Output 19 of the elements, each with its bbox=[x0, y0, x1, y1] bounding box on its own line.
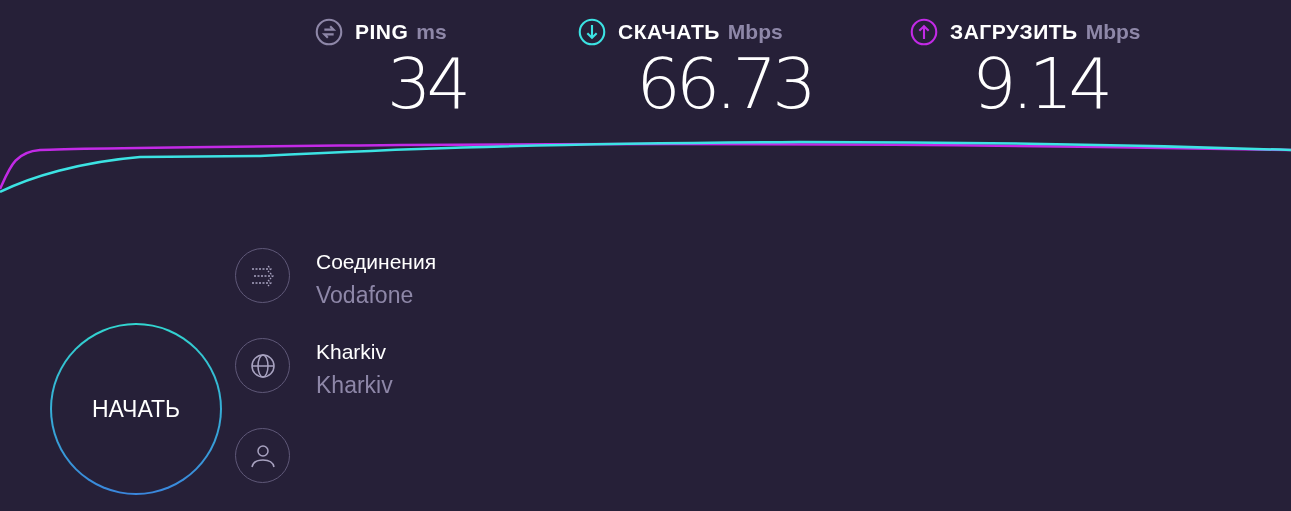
start-button[interactable]: НАЧАТЬ bbox=[50, 323, 222, 495]
ping-icon bbox=[315, 18, 343, 46]
info-title: Соединения bbox=[316, 250, 437, 274]
metric-label: PING bbox=[355, 20, 409, 44]
info-title: Kharkiv bbox=[316, 340, 388, 364]
globe-icon bbox=[249, 352, 276, 379]
metric-unit: Mbps bbox=[1085, 20, 1141, 44]
metric-value: 9.14 bbox=[972, 46, 1108, 122]
download-icon bbox=[578, 18, 606, 46]
info-subtitle: Kharkiv bbox=[316, 372, 393, 399]
user-icon bbox=[249, 442, 276, 469]
metric-value: 66.73 bbox=[636, 46, 812, 122]
metric-label: ЗАГРУЗИТЬ bbox=[950, 20, 1078, 44]
metric-unit: Mbps bbox=[727, 20, 783, 44]
metric-unit: ms bbox=[416, 20, 447, 44]
upload-icon bbox=[910, 18, 938, 46]
info-subtitle: Vodafone bbox=[316, 282, 415, 309]
metric-label: СКАЧАТЬ bbox=[618, 20, 720, 44]
metric-value: 34 bbox=[386, 46, 467, 122]
